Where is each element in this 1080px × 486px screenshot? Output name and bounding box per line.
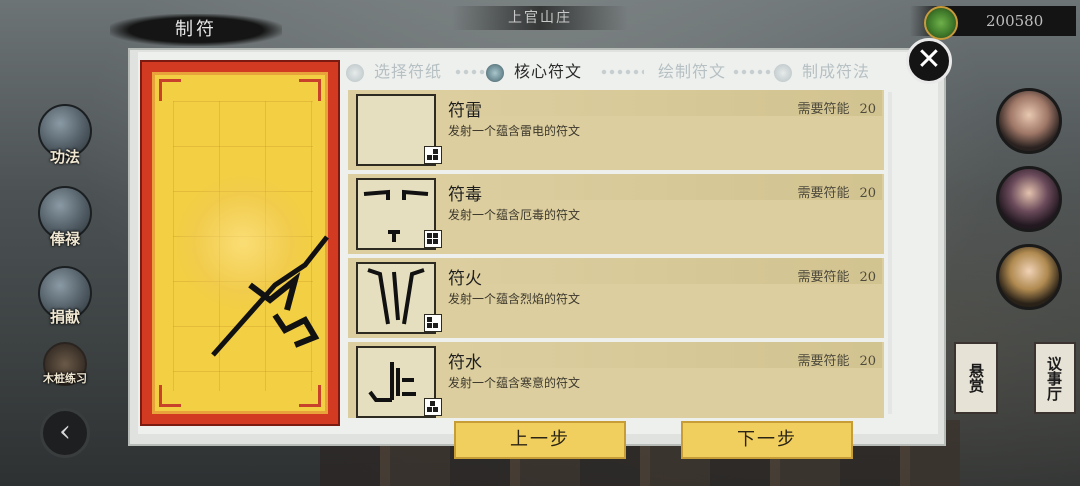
character-portrait-3[interactable] (996, 244, 1062, 310)
currency-value: 200580 (986, 12, 1044, 30)
bounty-banner[interactable]: 悬赏 (954, 342, 998, 414)
talisman-preview (140, 60, 340, 426)
rune-name: 符水 (448, 353, 482, 373)
menu-label-juanxian: 捐献 (49, 308, 80, 326)
rune-glyph (211, 235, 329, 357)
rune-desc: 发射一个蕴含雷电的符文 (448, 124, 581, 138)
rune-requirement: 需要符能 20 (797, 98, 876, 117)
step-label: 选择符纸 (374, 62, 443, 81)
rune-row-poison[interactable]: 符毒 发射一个蕴含厄毒的符文 需要符能 20 (348, 174, 884, 254)
prev-step-button[interactable]: 上一步 (454, 421, 626, 459)
req-value: 20 (859, 186, 876, 201)
req-value: 20 (859, 354, 876, 369)
rune-requirement: 需要符能 20 (797, 182, 876, 201)
step-separator (732, 69, 776, 75)
rune-desc: 发射一个蕴含寒意的符文 (448, 376, 581, 390)
req-label: 需要符能 (797, 354, 850, 369)
rune-requirement: 需要符能 20 (797, 266, 876, 285)
fire-rune-glyph (367, 268, 425, 325)
step-label: 绘制符文 (658, 62, 727, 81)
rune-row-water[interactable]: 符水 发射一个蕴含寒意的符文 需要符能 20 (348, 342, 884, 418)
req-value: 20 (859, 270, 876, 285)
req-value: 20 (859, 102, 876, 117)
window-title: 制符 (110, 14, 282, 46)
rune-desc: 发射一个蕴含厄毒的符文 (448, 208, 581, 222)
step-make-talisman[interactable]: 制成符法 (774, 58, 870, 86)
character-portrait-1[interactable] (996, 88, 1062, 154)
step-dot (486, 63, 504, 82)
menu-label-training: 木桩练习 (43, 372, 87, 385)
menu-label-gongfa: 功法 (49, 148, 80, 166)
grid-pattern-icon (424, 230, 442, 248)
rune-desc: 发射一个蕴含烈焰的符文 (448, 292, 581, 306)
grid-pattern-icon (424, 398, 442, 416)
poison-rune-glyph (363, 189, 429, 242)
req-label: 需要符能 (797, 270, 850, 285)
gourd-coin-icon (924, 6, 958, 40)
step-core-rune[interactable]: 核心符文 (486, 58, 582, 86)
req-label: 需要符能 (797, 186, 850, 201)
currency-display: 200580 (910, 6, 1076, 40)
next-step-button[interactable]: 下一步 (681, 421, 853, 459)
rune-name: 符雷 (448, 101, 482, 121)
back-button[interactable]: ‹ (40, 408, 90, 458)
step-select-paper[interactable]: 选择符纸 (346, 58, 442, 86)
water-rune-glyph (368, 362, 416, 402)
location-title: 上官山庄 (452, 6, 628, 30)
rune-list: 符雷 发射一个蕴含雷电的符文 需要符能 20 符毒 发射一个蕴含厄毒的符文 需要符… (348, 88, 884, 418)
council-hall-banner[interactable]: 议事厅 (1034, 342, 1076, 414)
rune-name: 符毒 (448, 185, 482, 205)
wizard-steps: 选择符纸 核心符文 绘制符文 制成符法 (346, 58, 892, 86)
grid-pattern-icon (424, 314, 442, 332)
rune-row-thunder[interactable]: 符雷 发射一个蕴含雷电的符文 需要符能 20 (348, 90, 884, 170)
list-scrollbar[interactable] (888, 92, 892, 414)
step-dot (774, 63, 792, 82)
character-portrait-2[interactable] (996, 166, 1062, 232)
step-label: 制成符法 (802, 62, 871, 81)
chevron-left-icon: ‹ (59, 414, 71, 449)
talisman-paper (152, 72, 329, 414)
step-draw-rune[interactable]: 绘制符文 (630, 58, 726, 86)
menu-label-fenglu: 俸禄 (49, 230, 80, 248)
step-label: 核心符文 (514, 62, 583, 81)
rune-row-fire[interactable]: 符火 发射一个蕴含烈焰的符文 需要符能 20 (348, 258, 884, 338)
grid-pattern-icon (424, 146, 442, 164)
req-label: 需要符能 (797, 102, 850, 117)
close-icon: ✕ (916, 42, 942, 77)
rune-name: 符火 (448, 269, 482, 289)
rune-requirement: 需要符能 20 (797, 350, 876, 369)
close-button[interactable]: ✕ (906, 38, 952, 84)
step-dot (346, 63, 364, 82)
